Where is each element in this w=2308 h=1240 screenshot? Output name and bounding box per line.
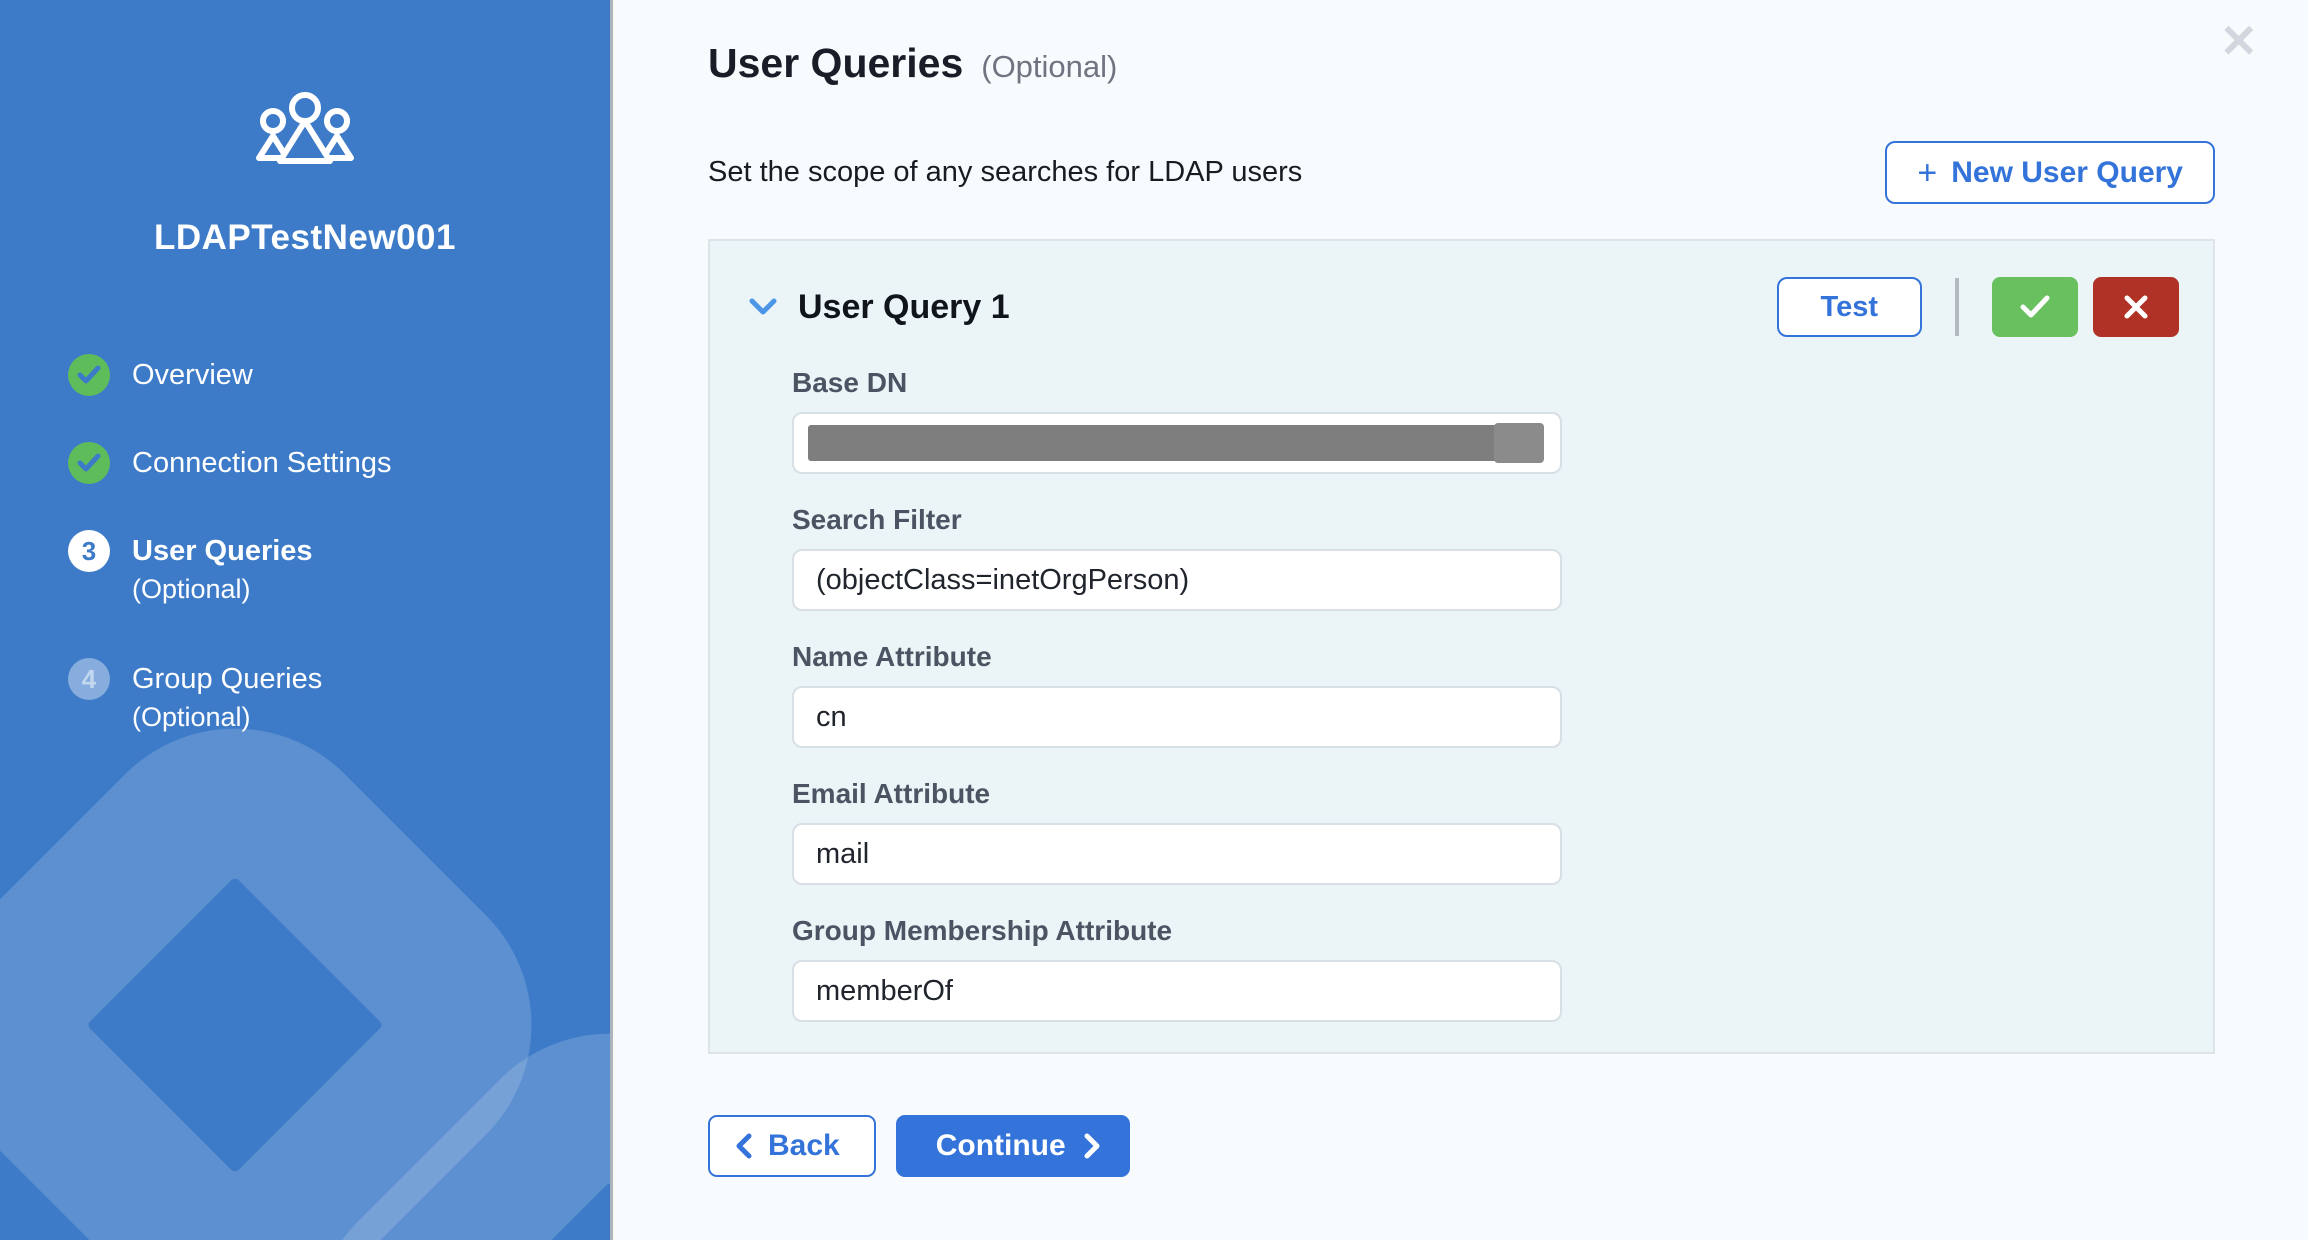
- base-dn-label: Base DN: [792, 367, 1562, 399]
- name-attribute-label: Name Attribute: [792, 641, 1562, 673]
- user-query-panel: User Query 1 Test Base DN: [708, 239, 2215, 1054]
- email-attribute-value: mail: [816, 838, 869, 871]
- connection-name-title: LDAPTestNew001: [0, 218, 610, 258]
- page-header: User Queries (Optional): [708, 40, 2215, 87]
- name-attribute-value: cn: [816, 701, 847, 734]
- close-icon[interactable]: ✕: [2219, 18, 2258, 64]
- search-filter-label: Search Filter: [792, 504, 1562, 536]
- step-sublabel: (Optional): [132, 572, 313, 606]
- back-button[interactable]: Back: [708, 1115, 876, 1177]
- delete-query-button[interactable]: [2093, 277, 2179, 337]
- search-filter-input[interactable]: (objectClass=inetOrgPerson): [792, 549, 1562, 611]
- continue-label: Continue: [936, 1129, 1066, 1163]
- sidebar-step-group-queries[interactable]: 4 Group Queries (Optional): [68, 658, 610, 734]
- accept-query-button[interactable]: [1992, 277, 2078, 337]
- base-dn-field: Base DN (: [792, 367, 1562, 474]
- search-filter-value: (objectClass=inetOrgPerson): [816, 564, 1189, 597]
- page-title: User Queries: [708, 40, 963, 87]
- step-label: Connection Settings: [132, 447, 392, 479]
- step-number-badge: 4: [68, 658, 110, 700]
- group-membership-attribute-input[interactable]: memberOf: [792, 960, 1562, 1022]
- email-attribute-label: Email Attribute: [792, 778, 1562, 810]
- x-icon: [2123, 294, 2149, 320]
- sidebar-step-overview[interactable]: Overview: [68, 354, 610, 396]
- brand-watermark: [0, 680, 613, 1240]
- search-filter-field: Search Filter (objectClass=inetOrgPerson…: [792, 504, 1562, 611]
- check-icon: [2019, 294, 2051, 320]
- sidebar-step-connection-settings[interactable]: Connection Settings: [68, 442, 610, 484]
- redacted-value-bar: [808, 425, 1544, 461]
- back-label: Back: [768, 1129, 840, 1163]
- user-query-title: User Query 1: [798, 288, 1010, 327]
- continue-button[interactable]: Continue: [896, 1115, 1130, 1177]
- redacted-value-cap: [1494, 423, 1544, 463]
- group-membership-attribute-label: Group Membership Attribute: [792, 915, 1562, 947]
- email-attribute-input[interactable]: mail: [792, 823, 1562, 885]
- step-complete-check-icon: [68, 442, 110, 484]
- group-membership-attribute-value: memberOf: [816, 975, 953, 1008]
- step-complete-check-icon: [68, 354, 110, 396]
- step-label: Group Queries: [132, 663, 322, 695]
- plus-icon: +: [1917, 156, 1937, 190]
- user-queries-page: ✕ User Queries (Optional) Set the scope …: [613, 0, 2308, 1240]
- name-attribute-field: Name Attribute cn: [792, 641, 1562, 748]
- wizard-footer: Back Continue: [708, 1115, 2215, 1177]
- sidebar-step-user-queries[interactable]: 3 User Queries (Optional): [68, 530, 610, 606]
- user-query-panel-header: User Query 1 Test: [710, 241, 2213, 337]
- email-attribute-field: Email Attribute mail: [792, 778, 1562, 885]
- name-attribute-input[interactable]: cn: [792, 686, 1562, 748]
- query-actions: Test: [1777, 277, 2179, 337]
- step-number-badge: 3: [68, 530, 110, 572]
- actions-divider: [1955, 278, 1959, 336]
- optional-tag: (Optional): [981, 49, 1117, 85]
- group-of-users-icon: [0, 92, 610, 174]
- step-sublabel: (Optional): [132, 700, 322, 734]
- chevron-right-icon: [1084, 1133, 1100, 1159]
- new-user-query-button[interactable]: + New User Query: [1885, 141, 2215, 204]
- new-user-query-label: New User Query: [1951, 156, 2183, 190]
- chevron-left-icon: [736, 1133, 752, 1159]
- base-dn-input[interactable]: (: [792, 412, 1562, 474]
- wizard-steps: Overview Connection Settings 3 User Quer…: [68, 354, 610, 734]
- test-button[interactable]: Test: [1777, 277, 1922, 337]
- query-fields: Base DN ( Search Filter (objectClass=ine…: [792, 367, 1562, 1022]
- page-subtitle: Set the scope of any searches for LDAP u…: [708, 156, 1302, 189]
- chevron-down-icon[interactable]: [748, 297, 778, 317]
- step-label: Overview: [132, 359, 253, 391]
- step-label: User Queries: [132, 535, 313, 567]
- group-membership-attribute-field: Group Membership Attribute memberOf: [792, 915, 1562, 1022]
- wizard-sidebar: LDAPTestNew001 Overview: [0, 0, 613, 1240]
